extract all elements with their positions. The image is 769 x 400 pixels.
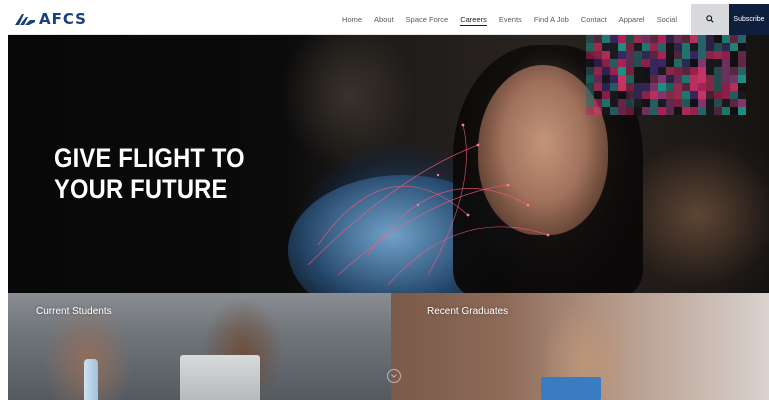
nav-space-force[interactable]: Space Force [406, 4, 449, 35]
nav-find-a-job[interactable]: Find A Job [534, 4, 569, 35]
nav-apparel[interactable]: Apparel [619, 4, 645, 35]
chevron-down-icon [391, 374, 397, 378]
site-logo[interactable]: AFCS [8, 4, 87, 35]
search-icon [706, 15, 714, 23]
jet-logo-icon [15, 14, 35, 25]
hero-banner: GIVE FLIGHT TO YOUR FUTURE [8, 35, 769, 293]
card-recent-graduates[interactable]: Recent Graduates [391, 293, 769, 400]
nav-social[interactable]: Social [657, 4, 677, 35]
book-image [541, 377, 601, 400]
scroll-down-button[interactable] [387, 369, 401, 383]
nav-contact[interactable]: Contact [581, 4, 607, 35]
hero-pixel-mosaic [586, 35, 746, 115]
water-bottle-image [84, 359, 98, 400]
card-title: Current Students [36, 306, 112, 317]
site-header: AFCS Home About Space Force Careers Even… [8, 3, 769, 35]
nav-events[interactable]: Events [499, 4, 522, 35]
nav-home[interactable]: Home [342, 4, 362, 35]
hero-title-line-2: YOUR FUTURE [54, 174, 228, 204]
logo-text: AFCS [39, 9, 87, 28]
nav-careers[interactable]: Careers [460, 4, 487, 35]
nav-about[interactable]: About [374, 4, 394, 35]
subscribe-button[interactable]: Subscribe [729, 3, 769, 35]
main-nav: Home About Space Force Careers Events Fi… [336, 3, 769, 35]
card-current-students[interactable]: Current Students [8, 293, 391, 400]
laptop-image [180, 355, 260, 400]
search-button[interactable] [691, 3, 729, 35]
hero-title: GIVE FLIGHT TO YOUR FUTURE [54, 143, 245, 205]
hero-title-line-1: GIVE FLIGHT TO [54, 143, 245, 173]
card-title: Recent Graduates [427, 306, 509, 317]
